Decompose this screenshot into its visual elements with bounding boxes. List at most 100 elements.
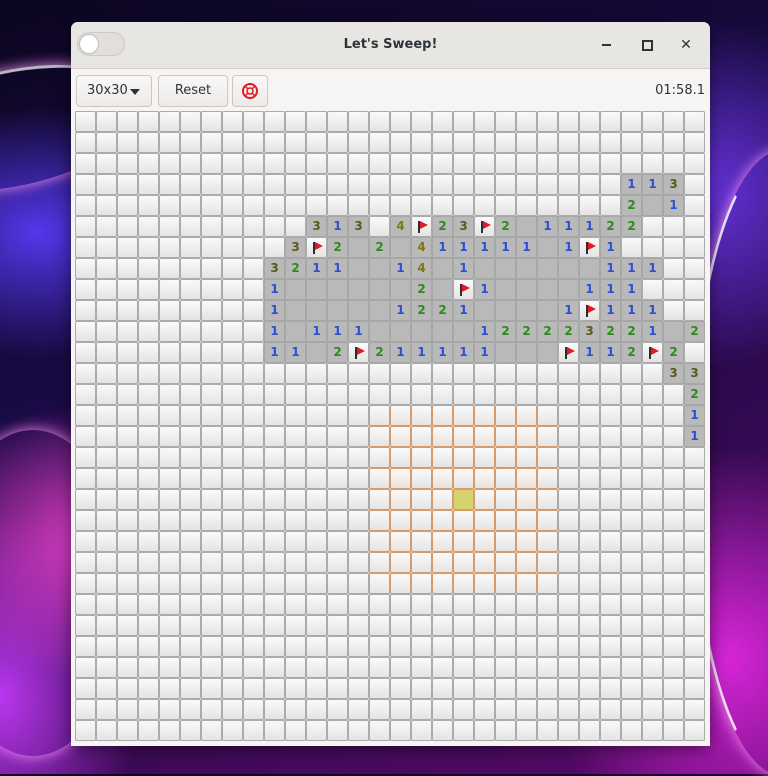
grid-cell[interactable]: 2: [495, 321, 516, 342]
grid-cell[interactable]: [285, 699, 306, 720]
grid-cell[interactable]: [516, 468, 537, 489]
grid-cell[interactable]: [558, 678, 579, 699]
grid-cell[interactable]: [390, 321, 411, 342]
grid-cell[interactable]: [222, 132, 243, 153]
grid-cell[interactable]: [180, 279, 201, 300]
grid-cell[interactable]: [558, 195, 579, 216]
grid-cell[interactable]: [516, 300, 537, 321]
grid-cell[interactable]: [663, 258, 684, 279]
grid-cell[interactable]: [642, 657, 663, 678]
grid-cell[interactable]: [453, 615, 474, 636]
grid-cell[interactable]: [495, 594, 516, 615]
grid-cell[interactable]: 1: [642, 321, 663, 342]
grid-cell[interactable]: [306, 720, 327, 741]
grid-cell[interactable]: [369, 657, 390, 678]
grid-cell[interactable]: [96, 258, 117, 279]
grid-cell[interactable]: [306, 552, 327, 573]
grid-cell[interactable]: [684, 468, 705, 489]
grid-cell[interactable]: [390, 657, 411, 678]
grid-cell[interactable]: [117, 195, 138, 216]
grid-cell[interactable]: [138, 363, 159, 384]
grid-cell[interactable]: [180, 363, 201, 384]
grid-cell[interactable]: [642, 594, 663, 615]
grid-cell[interactable]: [411, 447, 432, 468]
grid-cell[interactable]: [75, 405, 96, 426]
grid-cell[interactable]: [180, 132, 201, 153]
grid-cell[interactable]: [369, 489, 390, 510]
grid-cell[interactable]: [327, 657, 348, 678]
grid-cell[interactable]: [348, 468, 369, 489]
grid-cell[interactable]: [558, 342, 579, 363]
grid-cell[interactable]: [432, 195, 453, 216]
grid-cell[interactable]: [75, 342, 96, 363]
grid-cell[interactable]: [453, 594, 474, 615]
grid-cell[interactable]: [663, 657, 684, 678]
grid-cell[interactable]: [348, 594, 369, 615]
grid-cell[interactable]: 2: [621, 216, 642, 237]
grid-cell[interactable]: [222, 531, 243, 552]
grid-cell[interactable]: [117, 321, 138, 342]
grid-cell[interactable]: 1: [453, 258, 474, 279]
grid-cell[interactable]: [516, 174, 537, 195]
grid-cell[interactable]: 2: [621, 342, 642, 363]
grid-cell[interactable]: [684, 720, 705, 741]
grid-cell[interactable]: 1: [390, 300, 411, 321]
grid-cell[interactable]: [138, 447, 159, 468]
grid-cell[interactable]: [390, 111, 411, 132]
grid-cell[interactable]: [180, 531, 201, 552]
grid-cell[interactable]: [264, 615, 285, 636]
grid-cell[interactable]: [411, 468, 432, 489]
grid-cell[interactable]: [495, 426, 516, 447]
grid-cell[interactable]: [495, 153, 516, 174]
grid-cell[interactable]: [222, 237, 243, 258]
grid-cell[interactable]: [264, 720, 285, 741]
grid-cell[interactable]: [138, 258, 159, 279]
grid-cell[interactable]: [516, 699, 537, 720]
grid-cell[interactable]: [579, 363, 600, 384]
grid-cell[interactable]: [537, 447, 558, 468]
grid-cell[interactable]: [390, 195, 411, 216]
grid-cell[interactable]: [75, 111, 96, 132]
grid-cell[interactable]: [432, 678, 453, 699]
grid-cell[interactable]: [642, 216, 663, 237]
grid-cell[interactable]: [75, 426, 96, 447]
grid-cell[interactable]: 3: [453, 216, 474, 237]
grid-cell[interactable]: [642, 132, 663, 153]
grid-cell[interactable]: [285, 489, 306, 510]
grid-cell[interactable]: [138, 321, 159, 342]
grid-cell[interactable]: [579, 552, 600, 573]
grid-cell[interactable]: [663, 321, 684, 342]
grid-cell[interactable]: [390, 615, 411, 636]
grid-cell[interactable]: [201, 216, 222, 237]
grid-cell[interactable]: [453, 573, 474, 594]
grid-cell[interactable]: [495, 447, 516, 468]
grid-cell[interactable]: [138, 405, 159, 426]
grid-cell[interactable]: [453, 678, 474, 699]
grid-cell[interactable]: [369, 195, 390, 216]
grid-cell[interactable]: [75, 678, 96, 699]
grid-cell[interactable]: [432, 111, 453, 132]
grid-cell[interactable]: [537, 279, 558, 300]
grid-cell[interactable]: [495, 258, 516, 279]
grid-cell[interactable]: [159, 426, 180, 447]
grid-cell[interactable]: [180, 321, 201, 342]
grid-cell[interactable]: [684, 636, 705, 657]
grid-cell[interactable]: [474, 405, 495, 426]
grid-cell[interactable]: [117, 699, 138, 720]
grid-cell[interactable]: [222, 678, 243, 699]
grid-cell[interactable]: [663, 237, 684, 258]
grid-cell[interactable]: [411, 489, 432, 510]
grid-cell[interactable]: [474, 657, 495, 678]
grid-cell[interactable]: [348, 342, 369, 363]
grid-cell[interactable]: [159, 678, 180, 699]
grid-cell[interactable]: [117, 657, 138, 678]
grid-cell[interactable]: 1: [453, 300, 474, 321]
grid-cell[interactable]: 1: [600, 258, 621, 279]
grid-cell[interactable]: [600, 153, 621, 174]
grid-cell[interactable]: [642, 489, 663, 510]
grid-cell[interactable]: [600, 594, 621, 615]
grid-cell[interactable]: [642, 426, 663, 447]
grid-cell[interactable]: [96, 384, 117, 405]
grid-cell[interactable]: [348, 195, 369, 216]
cursor-cell[interactable]: [453, 489, 474, 510]
